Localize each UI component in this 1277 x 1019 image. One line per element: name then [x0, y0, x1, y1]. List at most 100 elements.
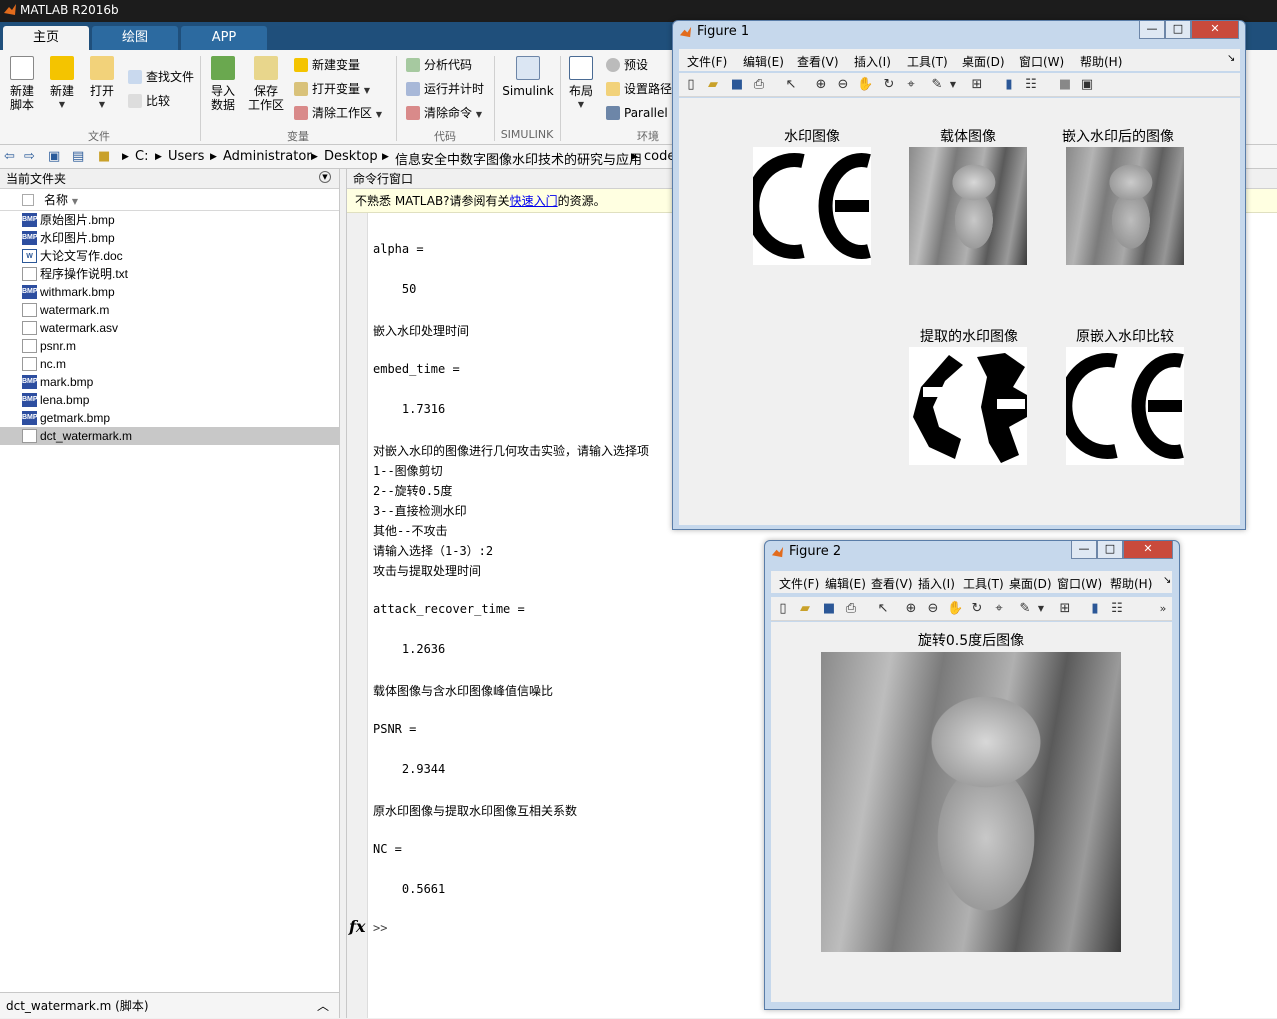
toolbar-overflow-icon[interactable]: » — [1155, 601, 1171, 617]
menu-window[interactable]: 窗口(W) — [1019, 53, 1064, 70]
function-browser-icon[interactable]: fx — [349, 917, 365, 936]
menu-help[interactable]: 帮助(H) — [1080, 53, 1122, 70]
pan-icon[interactable]: ✋ — [947, 601, 963, 617]
layout-button[interactable]: 布局 ▼ — [566, 56, 596, 112]
link-plot-icon[interactable]: ⊞ — [969, 77, 985, 93]
link-plot-icon[interactable]: ⊞ — [1057, 601, 1073, 617]
run-and-time-button[interactable]: 运行并计时 — [406, 80, 484, 98]
dropdown-arrow-icon[interactable]: ▼ — [945, 77, 961, 93]
simulink-button[interactable]: Simulink — [502, 56, 554, 98]
parallel-button[interactable]: Parallel — [606, 104, 668, 122]
breadcrumb-item[interactable]: 信息安全中数字图像水印技术的研究与应用 — [395, 149, 642, 168]
zoom-out-icon[interactable]: ⊖ — [925, 601, 941, 617]
restore-icon[interactable]: □ — [1097, 541, 1123, 559]
dock-arrow-icon[interactable]: ↘ — [1163, 575, 1171, 586]
new-button[interactable]: 新建 ▼ — [46, 56, 78, 112]
file-list-item[interactable]: BMP 原始图片.bmp — [0, 211, 339, 229]
set-path-button[interactable]: 设置路径 — [606, 80, 672, 98]
clear-workspace-button[interactable]: 清除工作区 ▼ — [294, 104, 382, 122]
close-icon[interactable]: ✕ — [1191, 21, 1239, 39]
file-list-item[interactable]: BMP mark.bmp — [0, 373, 339, 391]
new-script-button[interactable]: 新建 脚本 — [6, 56, 38, 112]
close-icon[interactable]: ✕ — [1123, 541, 1173, 559]
menu-help[interactable]: 帮助(H) — [1110, 575, 1152, 592]
rotate-3d-icon[interactable]: ↻ — [969, 601, 985, 617]
open-file-icon[interactable]: ▰ — [705, 77, 721, 93]
new-variable-button[interactable]: 新建变量 — [294, 56, 360, 74]
file-list-item[interactable]: BMP getmark.bmp — [0, 409, 339, 427]
menu-tools[interactable]: 工具(T) — [963, 575, 1004, 592]
zoom-in-icon[interactable]: ⊕ — [903, 601, 919, 617]
breadcrumb-item[interactable]: Desktop — [324, 149, 378, 164]
menu-view[interactable]: 查看(V) — [871, 575, 913, 592]
rotate-3d-icon[interactable]: ↻ — [881, 77, 897, 93]
file-list-item[interactable]: dct_watermark.m — [0, 427, 339, 445]
maximize-icon[interactable]: □ — [1165, 21, 1191, 39]
menu-edit[interactable]: 编辑(E) — [825, 575, 866, 592]
back-icon[interactable]: ⇦ — [4, 149, 15, 164]
analyze-code-button[interactable]: 分析代码 — [406, 56, 472, 74]
file-list-item[interactable]: 程序操作说明.txt — [0, 265, 339, 283]
menu-edit[interactable]: 编辑(E) — [743, 53, 784, 70]
browse-folder-icon[interactable]: ▤ — [72, 149, 84, 164]
data-cursor-icon[interactable]: ⌖ — [903, 77, 919, 93]
dropdown-arrow-icon[interactable]: ▼ — [1033, 601, 1049, 617]
preferences-button[interactable]: 预设 — [606, 56, 648, 74]
open-button[interactable]: 打开 ▼ — [86, 56, 118, 112]
open-file-icon[interactable]: ▰ — [797, 601, 813, 617]
menu-file[interactable]: 文件(F) — [687, 53, 727, 70]
file-list-item[interactable]: BMP lena.bmp — [0, 391, 339, 409]
brush-icon[interactable]: ✎ — [1017, 601, 1033, 617]
file-list-item[interactable]: watermark.m — [0, 301, 339, 319]
tab-plots[interactable]: 绘图 — [92, 26, 178, 50]
figure-2-window[interactable]: Figure 2 — □ ✕ 文件(F) 编辑(E) 查看(V) 插入(I) 工… — [764, 540, 1180, 1010]
dock-arrow-icon[interactable]: ↘ — [1227, 53, 1235, 64]
tab-apps[interactable]: APP — [181, 26, 267, 50]
save-icon[interactable]: ■ — [821, 601, 837, 617]
figure-1-window[interactable]: Figure 1 — □ ✕ 文件(F) 编辑(E) 查看(V) 插入(I) 工… — [672, 20, 1246, 530]
new-figure-icon[interactable]: ▯ — [775, 601, 791, 617]
column-header-name[interactable]: 名称 ▼ — [0, 189, 339, 211]
menu-view[interactable]: 查看(V) — [797, 53, 839, 70]
colorbar-icon[interactable]: ▮ — [1087, 601, 1103, 617]
breadcrumb-item[interactable]: C: — [135, 149, 148, 164]
print-icon[interactable]: ⎙ — [751, 77, 767, 93]
print-icon[interactable]: ⎙ — [843, 601, 859, 617]
clear-commands-button[interactable]: 清除命令 ▼ — [406, 104, 482, 122]
menu-desktop[interactable]: 桌面(D) — [962, 53, 1005, 70]
tab-home[interactable]: 主页 — [3, 26, 89, 50]
expand-chevron-icon[interactable]: ︿ — [317, 993, 329, 1019]
file-list-item[interactable]: psnr.m — [0, 337, 339, 355]
menu-desktop[interactable]: 桌面(D) — [1009, 575, 1052, 592]
pan-icon[interactable]: ✋ — [857, 77, 873, 93]
data-cursor-icon[interactable]: ⌖ — [991, 601, 1007, 617]
legend-icon[interactable]: ☷ — [1109, 601, 1125, 617]
command-prompt[interactable]: >> — [373, 921, 387, 935]
file-list-item[interactable]: W 大论文写作.doc — [0, 247, 339, 265]
pointer-icon[interactable]: ↖ — [783, 77, 799, 93]
hide-plot-tools-icon[interactable]: ■ — [1057, 77, 1073, 93]
show-plot-tools-icon[interactable]: ▣ — [1079, 77, 1095, 93]
legend-icon[interactable]: ☷ — [1023, 77, 1039, 93]
zoom-out-icon[interactable]: ⊖ — [835, 77, 851, 93]
save-icon[interactable]: ■ — [729, 77, 745, 93]
menu-tools[interactable]: 工具(T) — [907, 53, 948, 70]
save-workspace-button[interactable]: 保存 工作区 — [246, 56, 286, 112]
breadcrumb-item[interactable]: Administrator — [223, 149, 312, 164]
up-folder-icon[interactable]: ▣ — [48, 149, 60, 164]
colorbar-icon[interactable]: ▮ — [1001, 77, 1017, 93]
brush-icon[interactable]: ✎ — [929, 77, 945, 93]
file-list-item[interactable]: nc.m — [0, 355, 339, 373]
breadcrumb-item[interactable]: code — [644, 149, 675, 164]
import-data-button[interactable]: 导入 数据 — [206, 56, 240, 112]
getting-started-link[interactable]: 快速入门 — [510, 194, 558, 208]
menu-window[interactable]: 窗口(W) — [1057, 575, 1102, 592]
open-variable-button[interactable]: 打开变量 ▼ — [294, 80, 370, 98]
breadcrumb-item[interactable]: Users — [168, 149, 204, 164]
compare-button[interactable]: 比较 — [128, 92, 170, 110]
minimize-icon[interactable]: — — [1139, 21, 1165, 39]
pointer-icon[interactable]: ↖ — [875, 601, 891, 617]
forward-icon[interactable]: ⇨ — [24, 149, 35, 164]
zoom-in-icon[interactable]: ⊕ — [813, 77, 829, 93]
file-list-item[interactable]: BMP withmark.bmp — [0, 283, 339, 301]
